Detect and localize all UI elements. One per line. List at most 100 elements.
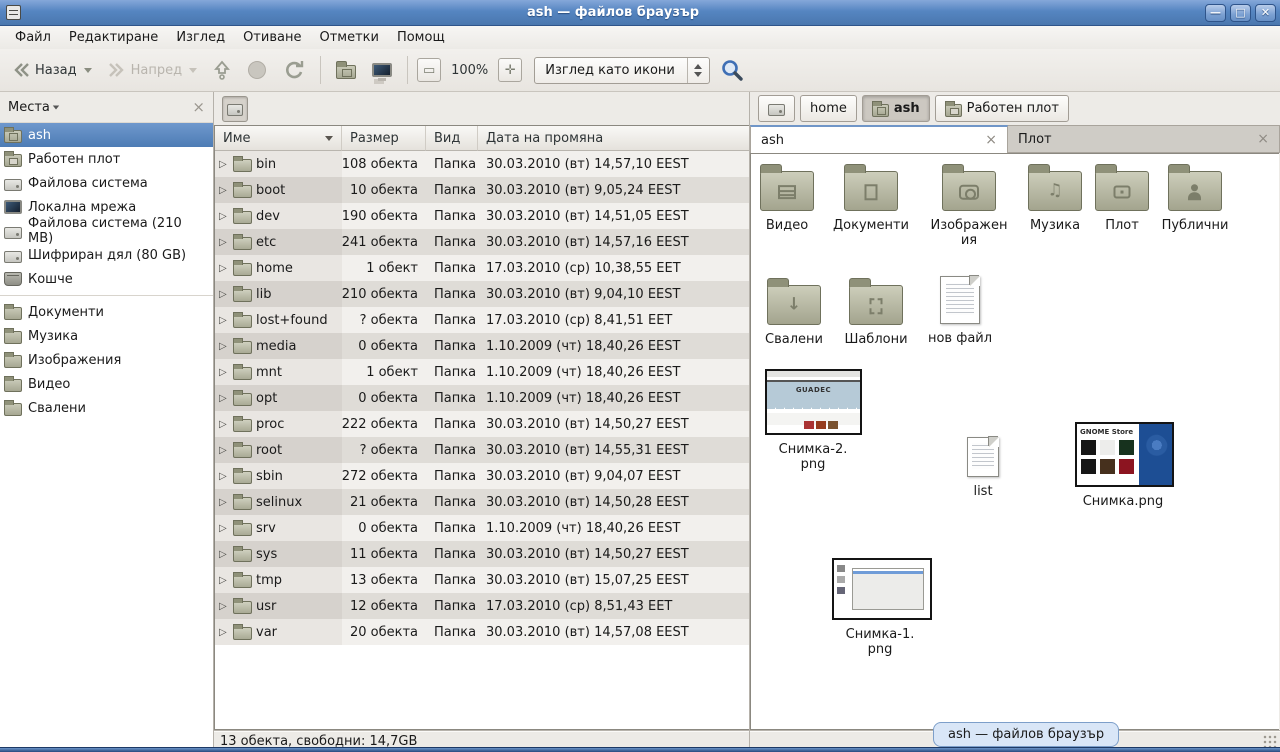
- computer-button[interactable]: [366, 59, 398, 81]
- expander-icon[interactable]: ▷: [219, 315, 229, 326]
- expander-icon[interactable]: ▷: [219, 341, 229, 352]
- breadcrumb-button[interactable]: ash: [862, 95, 930, 122]
- sidebar-title[interactable]: Места: [8, 100, 50, 115]
- up-button[interactable]: [207, 56, 237, 84]
- zoom-out-button[interactable]: ▭: [417, 58, 441, 82]
- expander-icon[interactable]: ▷: [219, 471, 229, 482]
- table-row[interactable]: ▷ proc 222 обекта Папка 30.03.2010 (вт) …: [215, 411, 749, 437]
- table-row[interactable]: ▷ mnt 1 обект Папка 1.10.2009 (чт) 18,40…: [215, 359, 749, 385]
- tab-close-icon[interactable]: ×: [1247, 131, 1269, 147]
- expander-icon[interactable]: ▷: [219, 627, 229, 638]
- menu-help[interactable]: Помощ: [388, 27, 454, 48]
- reload-button[interactable]: [277, 56, 311, 84]
- close-button[interactable]: ✕: [1255, 4, 1276, 22]
- column-header-type[interactable]: Вид: [426, 126, 478, 151]
- expander-icon[interactable]: ▷: [219, 263, 229, 274]
- sidebar-item[interactable]: Шифриран дял (80 GB): [0, 243, 213, 267]
- table-row[interactable]: ▷ opt 0 обекта Папка 1.10.2009 (чт) 18,4…: [215, 385, 749, 411]
- tab[interactable]: Плот ×: [1008, 125, 1280, 152]
- table-row[interactable]: ▷ sys 11 обекта Папка 30.03.2010 (вт) 14…: [215, 541, 749, 567]
- sidebar-item[interactable]: Файлова система (210 MB): [0, 219, 213, 243]
- minimize-button[interactable]: —: [1205, 4, 1226, 22]
- column-header-size[interactable]: Размер: [342, 126, 426, 151]
- cell-size: 13 обекта: [342, 567, 426, 593]
- icon-view-item[interactable]: нов файл: [912, 276, 1008, 346]
- breadcrumb-button[interactable]: [758, 95, 795, 122]
- expander-icon[interactable]: ▷: [219, 445, 229, 456]
- expander-icon[interactable]: ▷: [219, 549, 229, 560]
- expander-icon[interactable]: ▷: [219, 211, 229, 222]
- expander-icon[interactable]: ▷: [219, 185, 229, 196]
- expander-icon[interactable]: ▷: [219, 601, 229, 612]
- icon-view-item[interactable]: list: [935, 437, 1031, 499]
- expander-icon[interactable]: ▷: [219, 575, 229, 586]
- menu-edit[interactable]: Редактиране: [60, 27, 167, 48]
- table-row[interactable]: ▷ lost+found ? обекта Папка 17.03.2010 (…: [215, 307, 749, 333]
- home-button[interactable]: [330, 57, 362, 83]
- sidebar-item[interactable]: Свалени: [0, 396, 213, 420]
- taskbar-window-button[interactable]: ash — файлов браузър: [933, 722, 1119, 747]
- table-row[interactable]: ▷ root ? обекта Папка 30.03.2010 (вт) 14…: [215, 437, 749, 463]
- sidebar-item[interactable]: ash: [0, 123, 213, 147]
- back-button[interactable]: Назад: [6, 58, 98, 82]
- expander-icon[interactable]: ▷: [219, 289, 229, 300]
- menu-view[interactable]: Изглед: [167, 27, 234, 48]
- tab[interactable]: ash ×: [750, 125, 1008, 153]
- table-row[interactable]: ▷ tmp 13 обекта Папка 30.03.2010 (вт) 15…: [215, 567, 749, 593]
- menu-file[interactable]: Файл: [6, 27, 60, 48]
- maximize-button[interactable]: □: [1230, 4, 1251, 22]
- sidebar-item[interactable]: Кошче: [0, 267, 213, 291]
- menu-bookmarks[interactable]: Отметки: [310, 27, 387, 48]
- table-row[interactable]: ▷ etc 241 обекта Папка 30.03.2010 (вт) 1…: [215, 229, 749, 255]
- table-row[interactable]: ▷ usr 12 обекта Папка 17.03.2010 (ср) 8,…: [215, 593, 749, 619]
- icon-view-item[interactable]: GUADEC Снимка-2. png: [765, 369, 861, 473]
- expander-icon[interactable]: ▷: [219, 393, 229, 404]
- column-header-modified[interactable]: Дата на промяна: [478, 126, 749, 151]
- icon-view-item[interactable]: Документи: [823, 162, 919, 233]
- sidebar-item[interactable]: Работен плот: [0, 147, 213, 171]
- path-root-button[interactable]: [222, 96, 248, 122]
- sidebar-item[interactable]: Музика: [0, 324, 213, 348]
- search-button[interactable]: [714, 54, 750, 86]
- table-row[interactable]: ▷ lib 210 обекта Папка 30.03.2010 (вт) 9…: [215, 281, 749, 307]
- sidebar-selector-chevron-icon[interactable]: [53, 105, 59, 109]
- expander-icon[interactable]: ▷: [219, 419, 229, 430]
- table-row[interactable]: ▷ home 1 обект Папка 17.03.2010 (ср) 10,…: [215, 255, 749, 281]
- sidebar-item[interactable]: Файлова система: [0, 171, 213, 195]
- table-row[interactable]: ▷ dev 190 обекта Папка 30.03.2010 (вт) 1…: [215, 203, 749, 229]
- table-row[interactable]: ▷ bin 108 обекта Папка 30.03.2010 (вт) 1…: [215, 151, 749, 177]
- titlebar[interactable]: ash — файлов браузър — □ ✕: [0, 0, 1280, 26]
- table-row[interactable]: ▷ media 0 обекта Папка 1.10.2009 (чт) 18…: [215, 333, 749, 359]
- stop-button[interactable]: [241, 56, 273, 84]
- table-row[interactable]: ▷ srv 0 обекта Папка 1.10.2009 (чт) 18,4…: [215, 515, 749, 541]
- table-row[interactable]: ▷ selinux 21 обекта Папка 30.03.2010 (вт…: [215, 489, 749, 515]
- expander-icon[interactable]: ▷: [219, 159, 229, 170]
- table-row[interactable]: ▷ sbin 272 обекта Папка 30.03.2010 (вт) …: [215, 463, 749, 489]
- table-row[interactable]: ▷ var 20 обекта Папка 30.03.2010 (вт) 14…: [215, 619, 749, 645]
- sidebar-item[interactable]: Видео: [0, 372, 213, 396]
- sidebar-item[interactable]: Изображения: [0, 348, 213, 372]
- sidebar-close-icon[interactable]: ×: [192, 98, 205, 116]
- icon-view-item[interactable]: Снимка-1. png: [832, 558, 928, 658]
- view-mode-dropdown[interactable]: Изглед като икони: [534, 57, 710, 84]
- expander-icon[interactable]: ▷: [219, 523, 229, 534]
- breadcrumb-button[interactable]: home: [800, 95, 857, 122]
- breadcrumb-button[interactable]: Работен плот: [935, 95, 1069, 122]
- tree-pane: Име Размер Вид Дата на промяна ▷ bin 108…: [214, 92, 750, 752]
- column-header-name[interactable]: Име: [215, 126, 342, 151]
- sidebar-item[interactable]: Документи: [0, 300, 213, 324]
- icon-view-item[interactable]: Шаблони: [828, 276, 924, 347]
- expander-icon[interactable]: ▷: [219, 497, 229, 508]
- tab-close-icon[interactable]: ×: [975, 132, 997, 148]
- icon-view-item[interactable]: GNOME Store Снимка.png: [1075, 422, 1171, 509]
- expander-icon[interactable]: ▷: [219, 367, 229, 378]
- icon-view-item[interactable]: Публични: [1147, 162, 1243, 233]
- icon-view[interactable]: Видео Документи Изображен ия ♫ Музика Пл…: [750, 153, 1279, 730]
- view-mode-spinner[interactable]: [687, 58, 709, 83]
- zoom-in-button[interactable]: ✛: [498, 58, 522, 82]
- table-row[interactable]: ▷ boot 10 обекта Папка 30.03.2010 (вт) 9…: [215, 177, 749, 203]
- icon-view-item[interactable]: Изображен ия: [921, 162, 1017, 249]
- expander-icon[interactable]: ▷: [219, 237, 229, 248]
- forward-button[interactable]: Напред: [102, 58, 203, 82]
- menu-go[interactable]: Отиване: [234, 27, 310, 48]
